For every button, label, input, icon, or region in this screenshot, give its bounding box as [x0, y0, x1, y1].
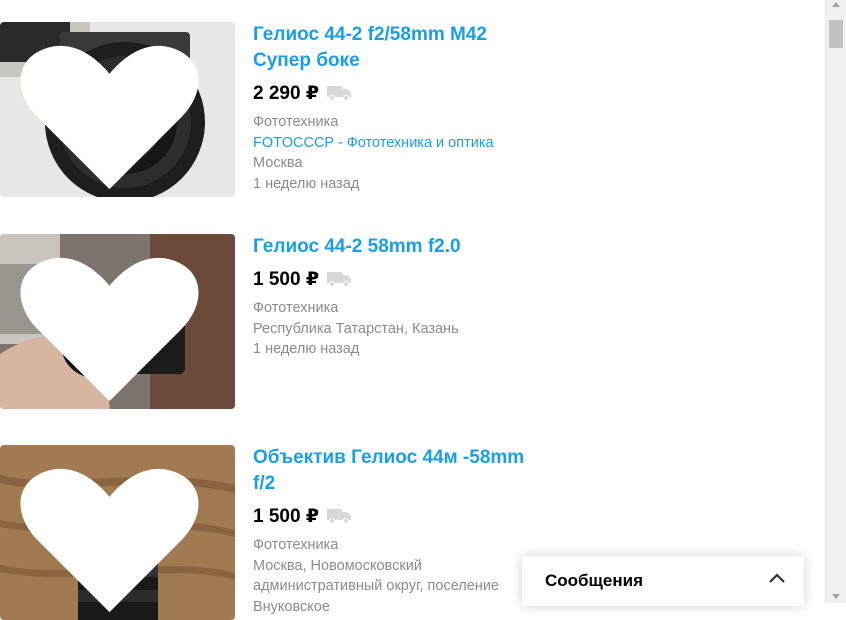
listing-location: Москва, Новомосковский — [253, 557, 422, 574]
price-row: 1 500 ₽ — [253, 266, 553, 292]
title-line: Супер боке — [253, 50, 360, 71]
price: 2 290 ₽ — [253, 82, 320, 104]
delivery-truck-icon — [327, 509, 352, 524]
scroll-down-arrow-icon[interactable] — [832, 594, 840, 599]
listing-category: Фототехника — [253, 537, 339, 553]
listing-title[interactable]: Гелиос 44-2 58mm f2.0 — [253, 234, 553, 260]
listing-time: 1 неделю назад — [253, 175, 360, 192]
delivery-truck-icon — [327, 86, 352, 101]
title-line: Гелиос 44-2 f2/58mm M42 — [253, 24, 487, 45]
listing-title[interactable]: Объектив Гелиос 44м -58mm f/2 — [253, 445, 553, 497]
title-line: Гелиос 44-2 58mm f2.0 — [253, 236, 461, 257]
messages-label: Сообщения — [545, 571, 643, 590]
listing-time: 1 неделю назад — [253, 341, 360, 357]
heart-icon[interactable] — [0, 30, 227, 197]
listing-photo[interactable] — [0, 234, 235, 409]
vertical-scrollbar[interactable] — [825, 0, 846, 603]
listing-info: Гелиос 44-2 58mm f2.0 1 500 ₽ Фототехник… — [253, 234, 553, 360]
listing-location: административный округ, поселение — [253, 578, 499, 594]
messages-panel[interactable]: Сообщения — [522, 556, 804, 606]
price-row: 1 500 ₽ — [253, 503, 553, 529]
scroll-up-arrow-icon[interactable] — [832, 2, 840, 7]
listing-location: Москва — [253, 155, 303, 171]
chevron-up-icon[interactable] — [768, 572, 786, 584]
listing-title[interactable]: Гелиос 44-2 f2/58mm M42 Супер боке — [253, 22, 553, 74]
listing-photo[interactable] — [0, 22, 235, 197]
price: 1 500 ₽ — [253, 268, 320, 290]
price-row: 2 290 ₽ — [253, 80, 553, 106]
listing-category: Фототехника — [253, 300, 339, 316]
price: 1 500 ₽ — [253, 505, 320, 527]
heart-icon[interactable] — [0, 242, 227, 409]
seller-link[interactable]: FOTOCCCP - Фототехника и оптика — [253, 133, 553, 154]
scroll-thumb[interactable] — [829, 20, 843, 48]
listing-info: Гелиос 44-2 f2/58mm M42 Супер боке 2 290… — [253, 22, 553, 194]
listing-photo[interactable] — [0, 445, 235, 620]
delivery-truck-icon — [327, 272, 352, 287]
title-line: f/2 — [253, 473, 276, 494]
listing-category: Фототехника — [253, 114, 339, 130]
listing-location: Внуковское — [253, 598, 330, 615]
listing-location: Республика Татарстан, Казань — [253, 320, 459, 337]
title-line: Объектив Гелиос 44м -58mm — [253, 447, 525, 468]
heart-icon[interactable] — [0, 453, 227, 620]
listing-info: Объектив Гелиос 44м -58mm f/2 1 500 ₽ Фо… — [253, 445, 553, 617]
